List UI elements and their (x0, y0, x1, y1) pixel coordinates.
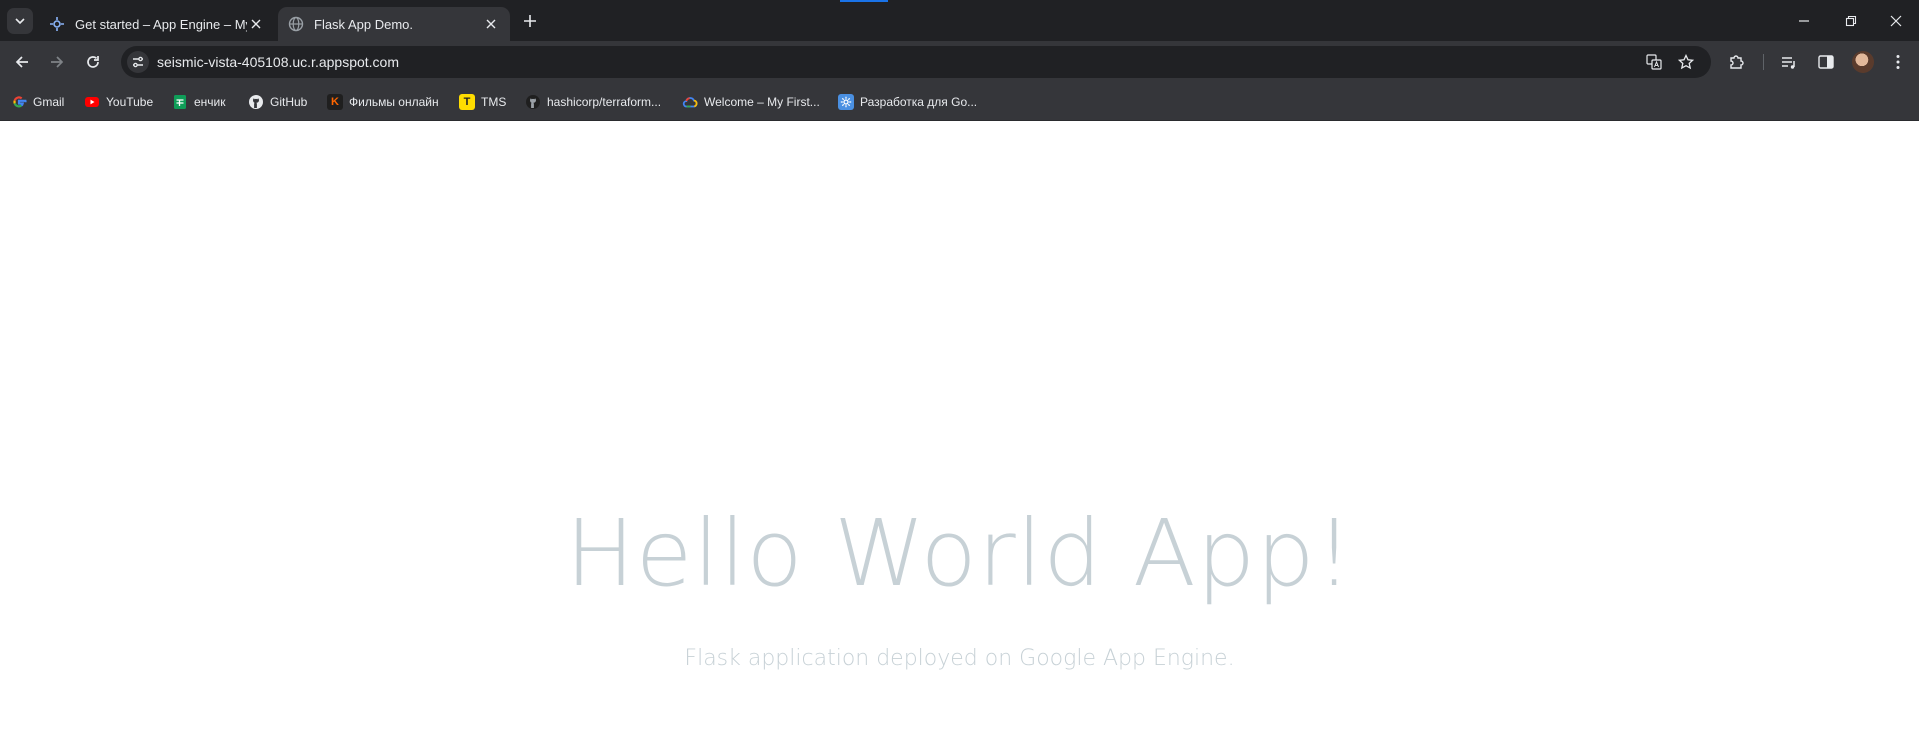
bookmark-label: Разработка для Go... (860, 95, 978, 109)
new-tab-button[interactable] (518, 9, 542, 33)
bookmark-gmail[interactable]: Gmail (11, 91, 64, 113)
sheets-icon (172, 94, 188, 110)
bookmark-label: hashicorp/terraform... (547, 95, 662, 109)
url-text[interactable]: seismic-vista-405108.uc.r.appspot.com (157, 54, 399, 70)
forward-button[interactable] (43, 48, 71, 76)
media-control-button[interactable] (1777, 50, 1801, 74)
tab-title: Get started – App Engine – My (75, 16, 247, 32)
github-icon (525, 94, 541, 110)
google-icon (11, 94, 27, 110)
side-panel-button[interactable] (1814, 50, 1838, 74)
close-window-button[interactable] (1873, 0, 1919, 41)
youtube-icon (84, 94, 100, 110)
browser-menu-button[interactable] (1886, 50, 1910, 74)
star-icon (1678, 54, 1694, 70)
plus-icon (524, 15, 536, 27)
bookmark-youtube[interactable]: YouTube (84, 91, 153, 113)
tab-app-engine[interactable]: Get started – App Engine – My (39, 7, 275, 41)
minimize-button[interactable] (1781, 0, 1827, 41)
tab-strip: Get started – App Engine – My Flask App … (0, 0, 1919, 41)
gear-icon (838, 94, 854, 110)
minimize-icon (1799, 19, 1809, 22)
tms-icon: T (459, 94, 475, 110)
restore-button[interactable] (1828, 0, 1874, 41)
page-viewport: Hello World App! Flask application deplo… (0, 121, 1919, 733)
extensions-button[interactable] (1725, 50, 1749, 74)
translate-icon (1646, 54, 1662, 70)
playlist-icon (1782, 57, 1795, 69)
close-icon[interactable] (247, 15, 265, 33)
bookmark-label: Welcome – My First... (704, 95, 820, 109)
toolbar-divider (1763, 54, 1764, 70)
chevron-down-icon (15, 18, 25, 25)
google-cloud-icon (682, 94, 698, 110)
profile-avatar[interactable] (1852, 51, 1874, 73)
close-icon (1890, 15, 1902, 26)
globe-icon (288, 16, 304, 32)
bookmarks-bar: Gmail YouTube енчик GitHub K Фильмы онла… (0, 83, 1919, 121)
app-engine-icon (49, 16, 65, 32)
page-title: Hello World App! (565, 500, 1354, 607)
bookmark-label: GitHub (270, 95, 308, 109)
bookmark-terraform[interactable]: hashicorp/terraform... (525, 91, 661, 113)
bookmark-sheets[interactable]: енчик (172, 91, 226, 113)
side-panel-icon (1818, 55, 1834, 69)
more-vertical-icon (1896, 55, 1900, 69)
tab-search-button[interactable] (7, 8, 33, 34)
bookmark-star-button[interactable] (1676, 52, 1696, 72)
bookmark-kinopoisk[interactable]: K Фильмы онлайн (327, 91, 439, 113)
kinopoisk-icon: K (327, 94, 343, 110)
bookmark-welcome[interactable]: Welcome – My First... (682, 91, 820, 113)
browser-toolbar: seismic-vista-405108.uc.r.appspot.com (0, 41, 1919, 83)
bookmark-label: TMS (481, 95, 507, 109)
arrow-left-icon (15, 56, 28, 68)
close-icon[interactable] (482, 15, 500, 33)
tune-icon (133, 56, 143, 68)
bookmark-github[interactable]: GitHub (248, 91, 307, 113)
restore-icon (1845, 15, 1857, 26)
translate-button[interactable] (1644, 52, 1664, 72)
back-button[interactable] (8, 48, 36, 76)
bookmark-dev-google[interactable]: Разработка для Go... (838, 91, 977, 113)
puzzle-icon (1730, 55, 1744, 69)
tab-title: Flask App Demo. (314, 16, 413, 32)
reload-button[interactable] (79, 48, 107, 76)
reload-icon (87, 56, 99, 68)
tab-flask-app[interactable]: Flask App Demo. (278, 7, 510, 41)
address-bar[interactable]: seismic-vista-405108.uc.r.appspot.com (121, 46, 1711, 78)
site-info-button[interactable] (127, 51, 149, 73)
bookmark-label: енчик (194, 95, 226, 109)
bookmark-label: Фильмы онлайн (349, 95, 439, 109)
bookmark-label: YouTube (106, 95, 154, 109)
page-subtitle: Flask application deployed on Google App… (684, 646, 1235, 671)
tab-strip-accent (840, 0, 888, 2)
github-icon (248, 94, 264, 110)
bookmark-tms[interactable]: T TMS (459, 91, 506, 113)
arrow-right-icon (51, 56, 64, 68)
bookmark-label: Gmail (33, 95, 65, 109)
